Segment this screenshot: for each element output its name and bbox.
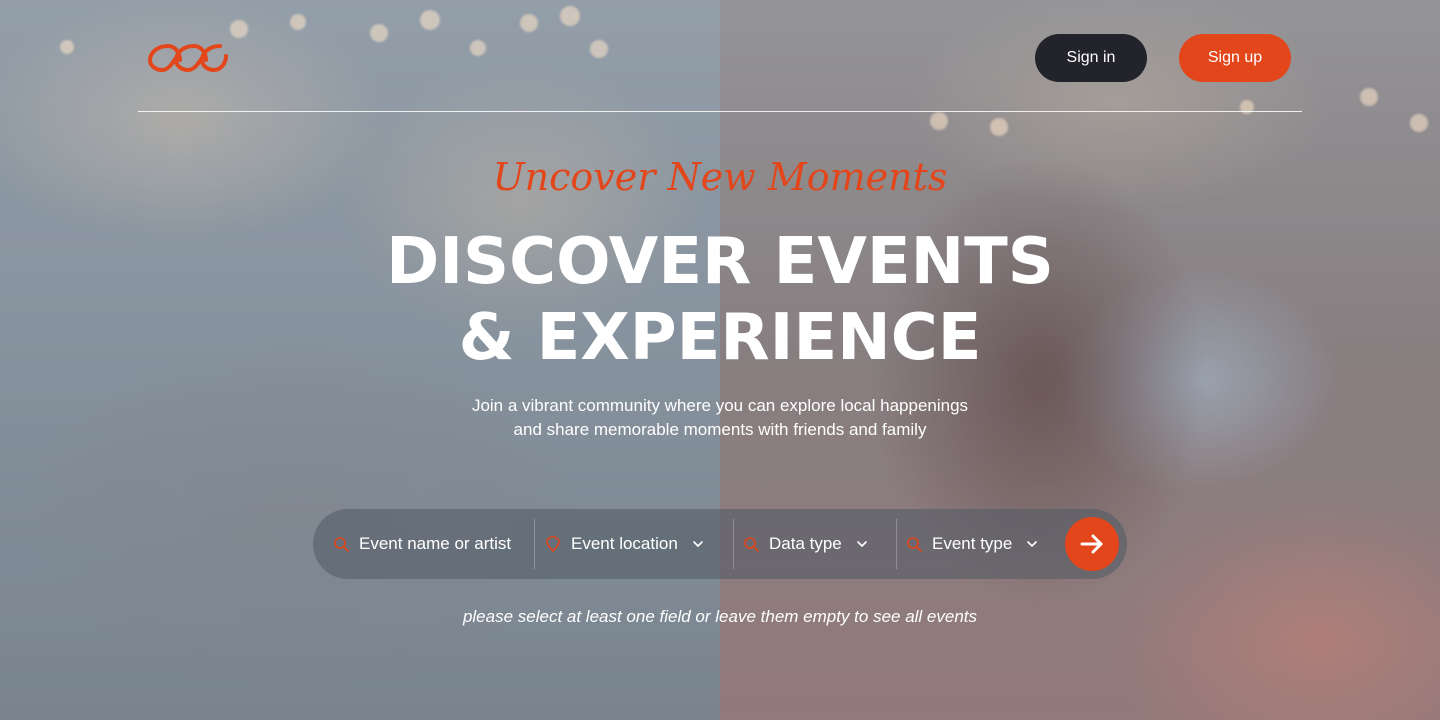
field-divider	[896, 519, 897, 569]
event-name-field[interactable]: Event name or artist	[333, 509, 511, 579]
chevron-down-icon	[692, 541, 703, 547]
sign-in-button[interactable]: Sign in	[1035, 34, 1147, 82]
event-location-label: Event location	[571, 534, 678, 553]
subtext-line-1: Join a vibrant community where you can e…	[471, 396, 969, 415]
chevron-down-icon	[1027, 541, 1038, 547]
event-name-placeholder: Event name or artist	[359, 534, 512, 553]
chevron-down-icon	[856, 541, 867, 547]
headline-line-1: DISCOVER EVENTS	[386, 225, 1054, 299]
search-icon	[334, 537, 349, 552]
search-submit-button[interactable]	[1065, 517, 1119, 571]
field-divider	[733, 519, 734, 569]
headline-line-2: & EXPERIENCE	[458, 301, 982, 375]
event-location-dropdown[interactable]: Event location	[545, 509, 704, 579]
hero-tagline: Uncover New Moments	[492, 155, 948, 199]
search-icon	[744, 537, 759, 552]
search-hint: please select at least one field or leav…	[462, 607, 978, 626]
arrow-right-icon	[1080, 534, 1103, 554]
hero-subtext: Join a vibrant community where you can e…	[0, 394, 1440, 442]
event-search-bar: Event name or artist Event location Data…	[313, 509, 1127, 579]
infinity-chain-icon[interactable]	[148, 40, 228, 76]
search-icon	[907, 537, 922, 552]
data-type-label: Data type	[769, 534, 842, 553]
field-divider	[534, 519, 535, 569]
hero-headline: DISCOVER EVENTS & EXPERIENCE	[0, 224, 1440, 376]
header-divider	[138, 111, 1302, 112]
sign-up-button[interactable]: Sign up	[1179, 34, 1291, 82]
event-type-dropdown[interactable]: Event type	[906, 509, 1038, 579]
subtext-line-2: and share memorable moments with friends…	[513, 420, 927, 439]
location-icon	[546, 536, 560, 552]
event-type-label: Event type	[932, 534, 1013, 553]
data-type-dropdown[interactable]: Data type	[743, 509, 868, 579]
